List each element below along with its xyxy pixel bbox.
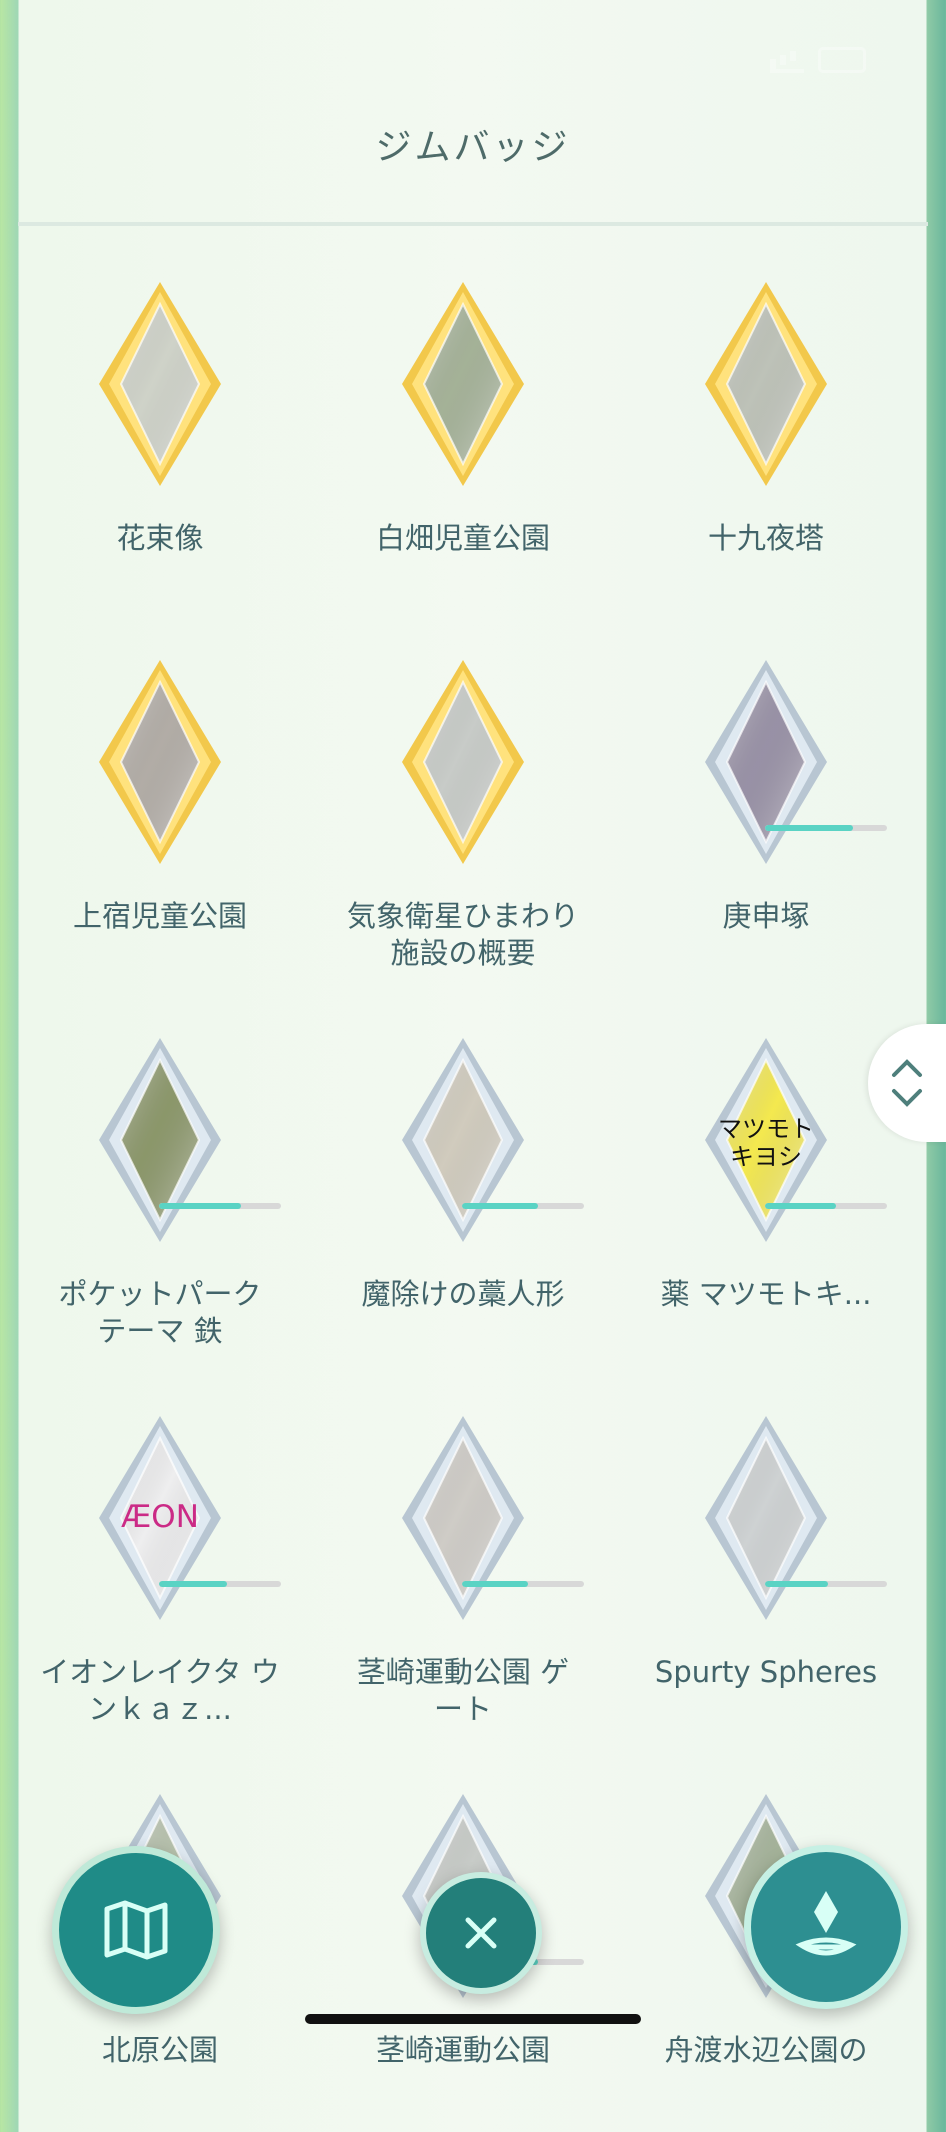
badge-name: ポケットパーク テーマ 鉄 <box>58 1277 262 1348</box>
gym-badge[interactable]: 上宿児童公園 <box>30 658 290 998</box>
badge-name: 茎崎運動公園 <box>375 2033 550 2067</box>
badge-name: 気象衛星ひまわり 施設の概要 <box>346 899 579 970</box>
badge-progress-bar <box>159 1581 281 1587</box>
ar-icon <box>751 1852 901 2002</box>
badge-diamond-image <box>99 660 221 864</box>
badge-art <box>95 658 225 868</box>
gym-badge[interactable]: 茎崎運動公園 ゲート <box>333 1414 593 1754</box>
header-divider <box>18 222 928 226</box>
badge-diamond-image <box>705 1416 827 1620</box>
badge-progress-bar <box>159 1203 281 1209</box>
badge-progress-bar <box>462 1203 584 1209</box>
gym-badge[interactable]: 白畑児童公園 <box>333 280 593 620</box>
badge-art: マツモト キヨシ <box>701 1036 887 1246</box>
badge-name: Spurty Spheres <box>654 1655 878 1689</box>
badge-name: 花束像 <box>116 521 204 555</box>
badge-diamond-image <box>402 282 524 486</box>
badge-art <box>398 280 528 490</box>
badge-name: 茎崎運動公園 ゲート <box>356 1655 570 1726</box>
badge-diamond-image: マツモトキヨシ <box>705 1038 827 1242</box>
badge-name: 上宿児童公園 <box>72 899 247 933</box>
badge-name: 北原公園 <box>101 2033 218 2067</box>
badge-progress-fill <box>765 1581 829 1587</box>
badge-name: イオンレイクタ ウンｋａｚ... <box>40 1655 280 1726</box>
home-indicator <box>305 2014 641 2024</box>
svg-text:マツモト: マツモト <box>718 1115 814 1143</box>
battery-icon <box>818 47 866 73</box>
badge-name: 薬 マツモトキ... <box>660 1277 872 1311</box>
badge-progress-bar <box>765 1581 887 1587</box>
gym-badge[interactable]: 庚申塚 <box>636 658 896 998</box>
gym-badge[interactable]: Spurty Spheres <box>636 1414 896 1754</box>
gym-badge[interactable]: ÆON イオンレイクタ ウンｋａｚ... <box>30 1414 290 1754</box>
gym-badge[interactable]: 魔除けの藁人形 <box>333 1036 593 1376</box>
close-icon <box>426 1878 536 1988</box>
badge-progress-fill <box>765 1203 836 1209</box>
status-bar <box>706 40 866 80</box>
page-title: ジムバッジ <box>375 127 571 168</box>
badge-name: 十九夜塔 <box>707 521 824 555</box>
gym-badge[interactable]: マツモト キヨシ 薬 マツモトキ... <box>636 1036 896 1376</box>
badge-diamond-image <box>402 660 524 864</box>
badge-progress-fill <box>159 1581 228 1587</box>
badge-diamond-image <box>705 660 827 864</box>
badge-art <box>398 1036 584 1246</box>
badge-progress-fill <box>462 1203 538 1209</box>
badge-diamond-image <box>99 282 221 486</box>
badge-diamond-image <box>402 1416 524 1620</box>
gym-badge[interactable]: ポケットパーク テーマ 鉄 <box>30 1036 290 1376</box>
map-icon <box>59 1853 213 2007</box>
close-button[interactable] <box>420 1872 542 1994</box>
badge-art <box>95 280 225 490</box>
badge-art <box>701 280 831 490</box>
gym-badge[interactable]: 花束像 <box>30 280 290 620</box>
scroll-up-down-icon <box>892 1059 922 1107</box>
badge-art <box>398 658 528 868</box>
badge-art: ÆON <box>95 1414 281 1624</box>
ar-button[interactable] <box>744 1845 908 2009</box>
gym-badge[interactable]: 気象衛星ひまわり 施設の概要 <box>333 658 593 998</box>
badge-name: 魔除けの藁人形 <box>361 1277 565 1311</box>
svg-text:ÆON: ÆON <box>121 1499 199 1535</box>
badge-diamond-image <box>99 1038 221 1242</box>
badge-progress-bar <box>462 1581 584 1587</box>
signal-icon <box>770 47 804 73</box>
badge-diamond-image: ÆON <box>99 1416 221 1620</box>
gym-badge[interactable]: 十九夜塔 <box>636 280 896 620</box>
badge-diamond-image <box>705 282 827 486</box>
badge-progress-fill <box>462 1581 528 1587</box>
badge-art <box>701 658 887 868</box>
badge-art <box>701 1414 887 1624</box>
badge-name: 白畑児童公園 <box>375 521 550 555</box>
map-button[interactable] <box>52 1846 220 2014</box>
badge-progress-fill <box>765 825 853 831</box>
badge-diamond-image <box>402 1038 524 1242</box>
badge-name: 舟渡水辺公園の <box>664 2033 868 2067</box>
badge-progress-fill <box>159 1203 241 1209</box>
badge-art <box>95 1036 281 1246</box>
badge-progress-bar <box>765 825 887 831</box>
badge-name: 庚申塚 <box>722 899 810 933</box>
svg-text:キヨシ: キヨシ <box>730 1143 802 1171</box>
badge-art <box>398 1414 584 1624</box>
badge-progress-bar <box>765 1203 887 1209</box>
